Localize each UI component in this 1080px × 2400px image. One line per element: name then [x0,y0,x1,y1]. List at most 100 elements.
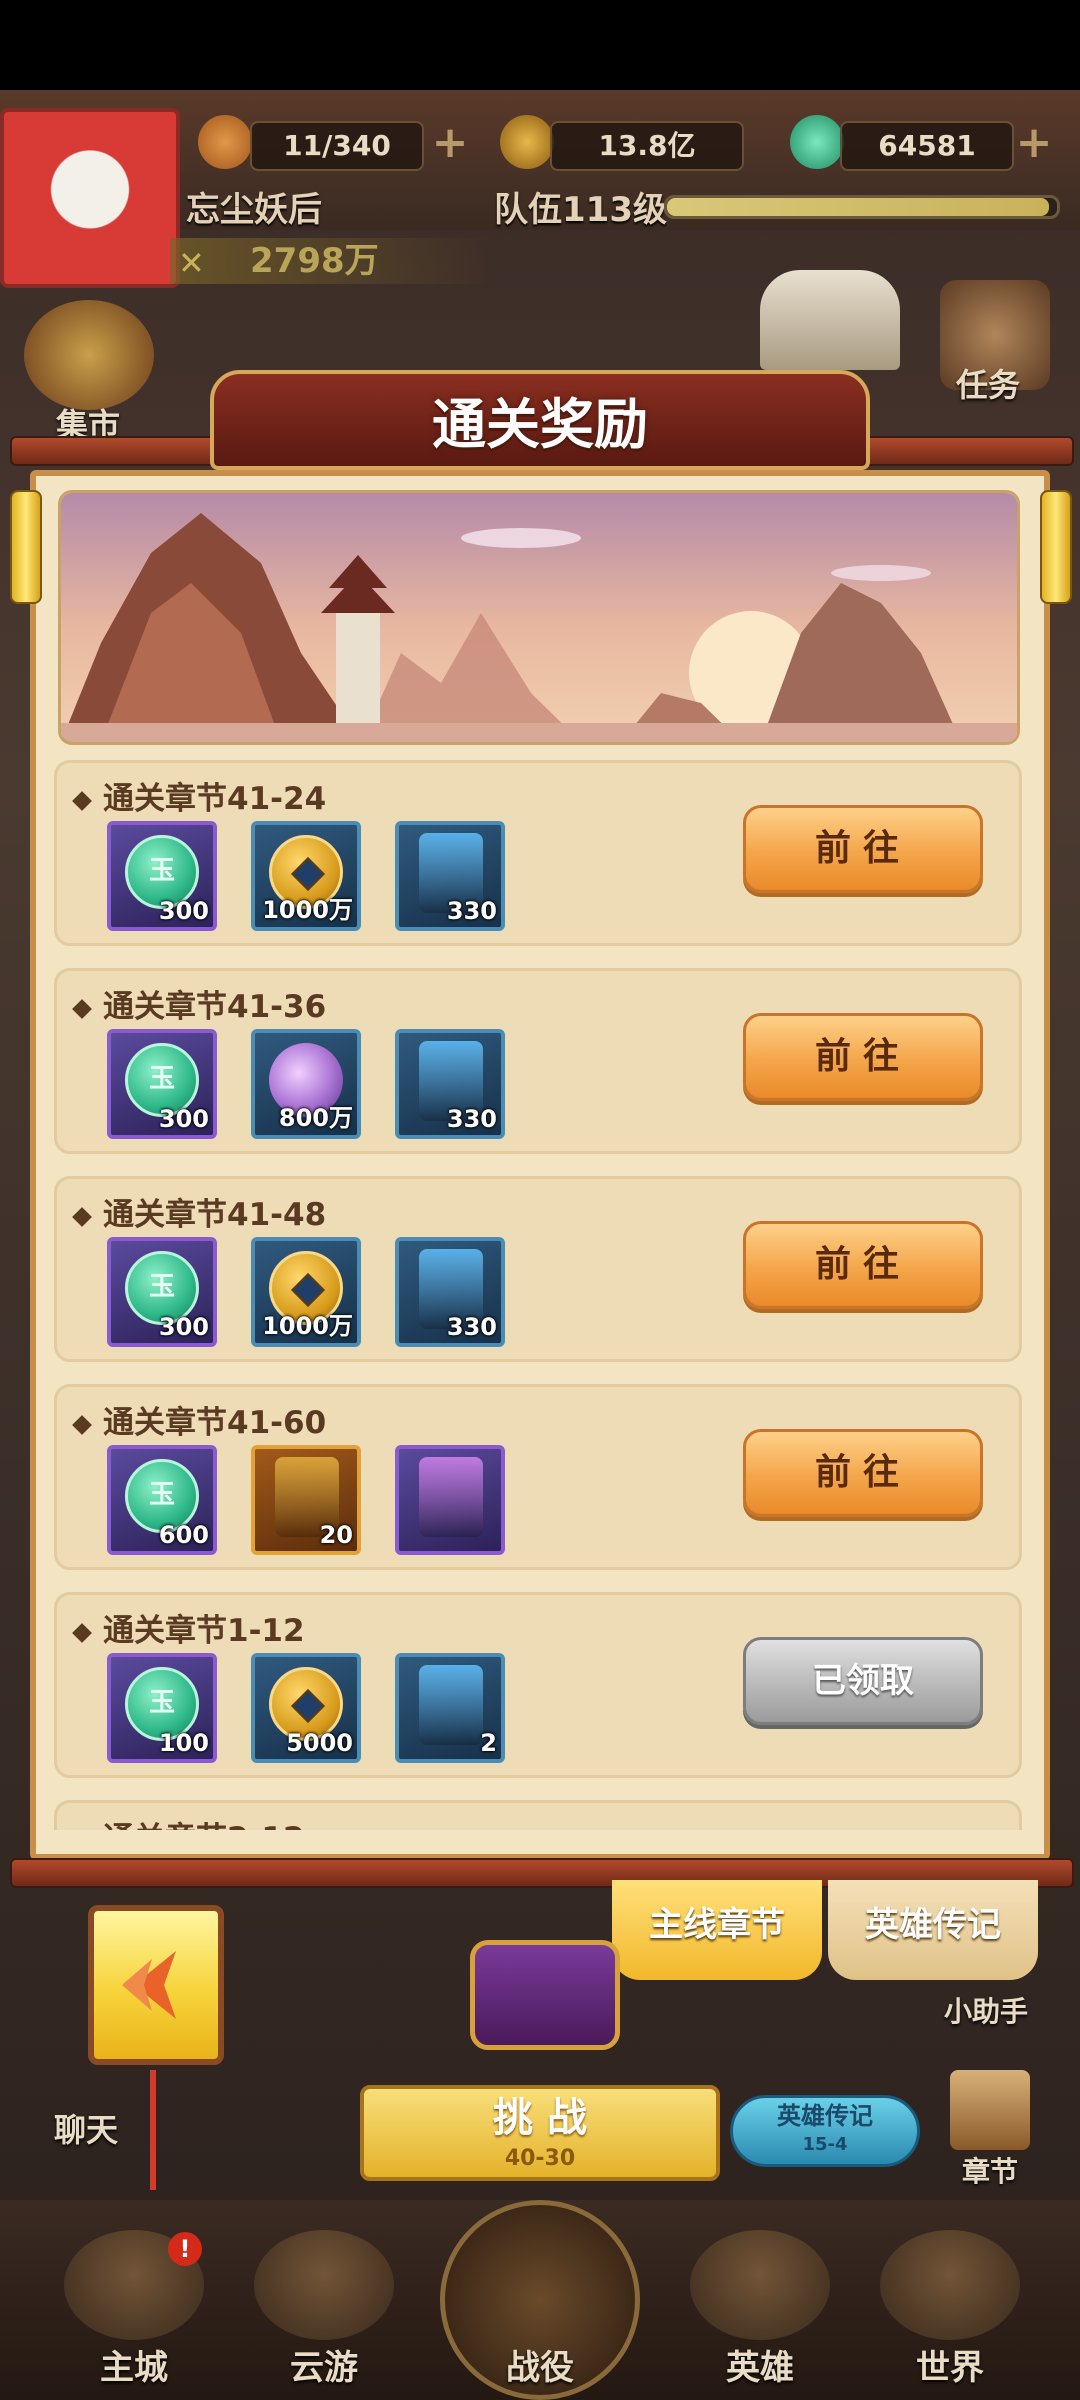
reward-card: 通关章节41-24 玉 300 1000万 330 前往 [54,760,1022,946]
reward-item[interactable]: 1000万 [251,1237,361,1347]
reward-card: 通关章节41-60 玉 600 20 前往 [54,1384,1022,1570]
claimed-button: 已领取 [743,1637,983,1725]
nav-battle[interactable]: 战役 [470,2340,610,2389]
exp-bar-fill [667,198,1050,216]
go-button[interactable]: 前往 [743,1429,983,1517]
power-value: 2798万 [170,238,490,284]
reward-quantity: 330 [446,1105,497,1133]
diamond-bullet-icon [72,790,92,811]
reward-quantity: 2 [480,1729,497,1757]
challenge-label: 挑 战 [493,2095,587,2141]
go-button[interactable]: 前往 [743,1221,983,1309]
reward-quantity: 1000万 [262,1312,353,1340]
reward-item[interactable]: 玉 600 [107,1445,217,1555]
reward-quantity: 330 [446,897,497,925]
treasure-chest-icon[interactable] [470,1940,620,2050]
nav-world[interactable]: 世界 [880,2340,1020,2389]
player-name: 忘尘妖后 [186,190,322,230]
reward-title-text: 通关章节41-48 [103,1197,327,1233]
back-button[interactable] [88,1905,224,2065]
diamond-bullet-icon [72,1206,92,1227]
reward-item[interactable]: 1000万 [251,821,361,931]
reward-card: 通关章节2-12 [54,1800,1022,1830]
reward-item[interactable]: 2 [395,1653,505,1763]
hero-legend-button[interactable]: 英雄传记 15-4 [730,2095,920,2167]
stamina-value: 11/340 [250,121,424,171]
reward-quantity: 5000 [286,1729,353,1757]
task-label: 任务 [956,366,1021,404]
reward-title-text: 通关章节2-12 [103,1821,305,1830]
reward-title-text: 通关章节41-24 [103,781,327,817]
crossed-swords-icon: ✕ [178,244,205,282]
reward-quantity: 800万 [278,1104,353,1132]
wander-icon[interactable] [254,2230,394,2340]
reward-card: 通关章节41-48 玉 300 1000万 330 前往 [54,1176,1022,1362]
reward-title: 通关章节2-12 [75,1813,305,1830]
reward-quantity: 300 [158,1313,209,1341]
reward-item[interactable]: 玉 300 [107,1029,217,1139]
jade-value: 64581 [840,121,1014,171]
lantern-tassel [150,2070,156,2190]
reward-item[interactable]: 330 [395,1237,505,1347]
coins-value: 13.8亿 [550,121,744,171]
reward-item[interactable]: 5000 [251,1653,361,1763]
reward-item[interactable]: 玉 300 [107,821,217,931]
team-level: 队伍113级 [494,190,667,230]
reward-item[interactable]: 330 [395,1029,505,1139]
reward-quantity: 300 [158,897,209,925]
reward-title: 通关章节1-12 [72,1605,305,1650]
reward-list[interactable]: 通关章节41-24 玉 300 1000万 330 前往 通关章节41-36 玉 300 800万… [54,760,1024,1830]
nav-wander[interactable]: 云游 [254,2340,394,2389]
jade-icon [790,115,844,169]
add-stamina-icon[interactable]: + [428,121,472,167]
reward-item[interactable]: 玉 300 [107,1237,217,1347]
reward-item[interactable]: 800万 [251,1029,361,1139]
modal-title: 通关奖励 [432,393,648,456]
reward-title-text: 通关章节41-60 [103,1405,327,1441]
reward-item[interactable]: 330 [395,821,505,931]
tent-icon [760,270,900,370]
diamond-bullet-icon [72,998,92,1019]
hero-legend-label: 英雄传记 [777,2102,873,2130]
go-button[interactable]: 前往 [743,1013,983,1101]
tab-hero-legend[interactable]: 英雄传记 [828,1880,1038,1980]
reward-quantity: 300 [158,1105,209,1133]
world-mountain-icon[interactable] [880,2230,1020,2340]
tab-main-chapter[interactable]: 主线章节 [612,1880,822,1980]
reward-item[interactable]: 玉 100 [107,1653,217,1763]
player-avatar[interactable] [0,108,180,288]
go-button[interactable]: 前往 [743,805,983,893]
diamond-bullet-icon [72,1622,92,1643]
reward-title: 通关章节41-36 [72,981,327,1026]
reward-title-text: 通关章节41-36 [103,989,327,1025]
reward-item[interactable]: 20 [251,1445,361,1555]
right-gold-tab [1040,490,1072,604]
left-gold-tab [10,490,42,604]
chat-label: 聊天 [54,2111,119,2149]
hero-legend-stage: 15-4 [802,2134,848,2155]
reward-quantity: 1000万 [262,896,353,924]
reward-item[interactable] [395,1445,505,1555]
chapter-book-icon[interactable] [950,2070,1030,2150]
challenge-button[interactable]: 挑 战 40-30 [360,2085,720,2181]
reward-quantity: 20 [319,1521,353,1549]
diamond-bullet-icon [72,1414,92,1435]
chapter-label: 章节 [962,2155,1019,2188]
exp-bar [664,195,1060,219]
reward-quantity: 330 [446,1313,497,1341]
back-arrow-icon [122,1951,176,2019]
landscape-illustration [61,493,1017,742]
hero-helmet-icon[interactable] [690,2230,830,2340]
nav-main-city[interactable]: 主城 [64,2340,204,2389]
add-jade-icon[interactable]: + [1012,121,1056,167]
reward-quantity: 600 [158,1521,209,1549]
chapter-banner-image [58,490,1020,745]
hero-card-icon [419,1665,483,1745]
nav-hero[interactable]: 英雄 [690,2340,830,2389]
reward-title: 通关章节41-24 [72,773,327,818]
helper-label: 小助手 [944,1995,1029,2028]
reward-card: 通关章节41-36 玉 300 800万 330 前往 [54,968,1022,1154]
coin-icon [500,115,554,169]
market-icon[interactable] [24,300,154,410]
reward-title: 通关章节41-60 [72,1397,327,1442]
